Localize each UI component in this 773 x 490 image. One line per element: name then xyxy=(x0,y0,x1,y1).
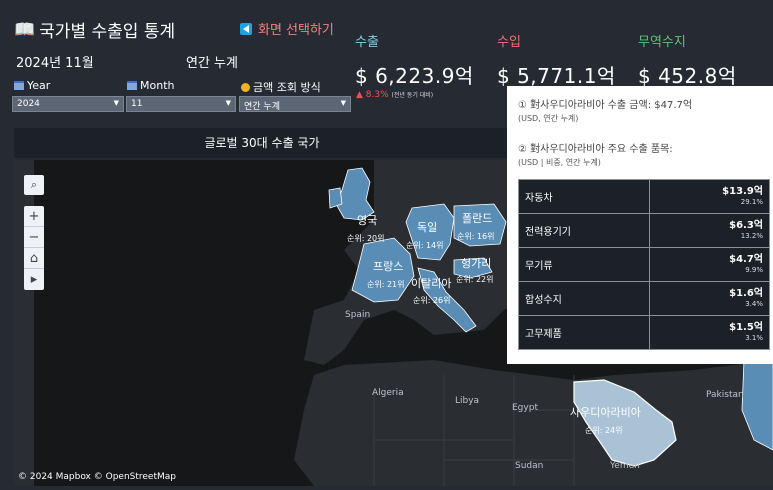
tooltip-items-note: (USD | 비중, 연간 누계) xyxy=(518,158,601,167)
search-icon: ⌕ xyxy=(30,178,38,191)
country-rank: 순위: 22위 xyxy=(456,275,494,284)
tooltip-items-title: ② 對사우디아라비아 주요 수출 품목: xyxy=(518,144,673,155)
geo-label: Sudan xyxy=(515,461,544,471)
table-row: 합성수지 $1.6억 3.4% xyxy=(517,281,770,316)
page-title: 📖 국가별 수출입 통계 xyxy=(14,17,176,43)
item-amount: $13.9억 xyxy=(722,185,763,197)
month-select-value: 11 xyxy=(131,99,143,109)
table-row: 전력용기기 $6.3억 13.2% xyxy=(517,213,770,248)
country-rank: 순위: 24위 xyxy=(585,426,623,435)
item-value: $1.5억 3.1% xyxy=(649,315,770,350)
play-icon[interactable]: ▸ xyxy=(24,269,44,290)
country-label: 폴란드 xyxy=(462,212,493,225)
tooltip-export-amount: ① 對사우디아라비아 수출 금액: $47.7억 xyxy=(518,100,693,111)
balance-kpi-label: 무역수지 xyxy=(638,35,686,50)
geo-label: Libya xyxy=(455,396,480,406)
import-kpi-label: 수입 xyxy=(497,35,521,50)
item-amount: $4.7억 xyxy=(729,253,763,265)
item-name: 무기류 xyxy=(517,247,651,282)
item-value: $4.7억 9.9% xyxy=(649,247,770,282)
book-icon: 📖 xyxy=(14,19,36,40)
year-label-text: Year xyxy=(27,79,51,92)
map-attribution: © 2024 Mapbox © OpenStreetMap xyxy=(18,472,176,482)
back-arrow-icon xyxy=(240,22,252,35)
export-kpi-label: 수출 xyxy=(355,35,379,50)
country-label: 프랑스 xyxy=(373,260,404,273)
zoom-out-button[interactable]: − xyxy=(24,227,44,248)
table-row: 무기류 $4.7억 9.9% xyxy=(517,247,770,282)
export-items-table: 자동차 $13.9억 29.1% 전력용기기 $6.3억 13.2% 무기류 $4.… xyxy=(517,179,770,350)
item-name: 자동차 xyxy=(517,179,651,214)
item-name: 전력용기기 xyxy=(517,213,651,248)
money-bag-icon xyxy=(241,82,250,92)
method-select[interactable]: 연간 누계 ▼ xyxy=(239,96,351,112)
country-rank: 순위: 21위 xyxy=(367,280,405,289)
geo-label: Algeria xyxy=(372,388,404,398)
export-change-value: ▲ 8.3% xyxy=(356,90,389,100)
year-select[interactable]: 2024 ▼ xyxy=(12,96,124,112)
screen-select-button[interactable]: 화면 선택하기 xyxy=(240,19,334,38)
chevron-down-icon: ▼ xyxy=(225,99,231,107)
geo-label: Spain xyxy=(345,310,371,320)
country-label: 영국 xyxy=(357,214,378,227)
zoom-in-button[interactable]: + xyxy=(24,206,44,227)
export-change: ▲ 8.3% (전년 동기 대비) xyxy=(356,90,433,100)
item-value: $13.9억 29.1% xyxy=(649,179,770,214)
map-zoom-controls: + − ⌂ ▸ xyxy=(24,206,44,290)
item-value: $1.6억 3.4% xyxy=(649,281,770,316)
country-rank: 순위: 20위 xyxy=(347,234,385,243)
month-label-text: Month xyxy=(140,79,175,92)
country-label: 사우디아라비아 xyxy=(570,406,641,419)
cumulative-text: 연간 누계 xyxy=(186,56,238,71)
month-filter-label: Month xyxy=(127,79,174,92)
item-name: 합성수지 xyxy=(517,281,651,316)
balance-kpi-value: $ 452.8억 xyxy=(638,64,737,88)
country-rank: 순위: 14위 xyxy=(406,241,444,250)
country-rank: 순위: 26위 xyxy=(413,296,451,305)
map-search-button[interactable]: ⌕ xyxy=(24,175,44,195)
home-icon[interactable]: ⌂ xyxy=(24,248,44,269)
geo-label: Yemen xyxy=(610,461,640,471)
method-label-text: 금액 조회 방식 xyxy=(253,81,321,94)
table-row: 고무제품 $1.5억 3.1% xyxy=(517,315,770,350)
calendar-icon xyxy=(127,81,137,90)
country-label: 헝가리 xyxy=(461,257,492,270)
method-filter-label: 금액 조회 방식 xyxy=(241,79,321,95)
year-filter-label: Year xyxy=(14,79,50,92)
country-ireland[interactable] xyxy=(328,187,343,209)
import-kpi-value: $ 5,771.1억 xyxy=(497,64,616,88)
item-amount: $1.5억 xyxy=(729,321,763,333)
country-label: 이탈리아 xyxy=(411,277,452,290)
chevron-down-icon: ▼ xyxy=(340,99,346,107)
period-text: 2024년 11월 xyxy=(16,56,94,71)
country-label: 독일 xyxy=(417,221,438,234)
screen-select-label: 화면 선택하기 xyxy=(258,23,334,38)
item-share: 13.2% xyxy=(740,231,763,240)
item-share: 29.1% xyxy=(740,197,763,206)
map-header: 글로벌 30대 수출 국가 xyxy=(14,128,510,158)
tooltip-export-note: (USD, 연간 누계) xyxy=(518,114,579,123)
item-amount: $1.6억 xyxy=(729,287,763,299)
geo-label: Egypt xyxy=(512,403,538,413)
item-value: $6.3억 13.2% xyxy=(649,213,770,248)
table-row: 자동차 $13.9억 29.1% xyxy=(517,179,770,214)
export-change-note: (전년 동기 대비) xyxy=(391,92,434,99)
export-kpi-value: $ 6,223.9억 xyxy=(355,64,474,88)
month-select[interactable]: 11 ▼ xyxy=(126,96,236,112)
item-share: 3.1% xyxy=(745,333,763,342)
item-amount: $6.3억 xyxy=(729,219,763,231)
item-share: 3.4% xyxy=(745,299,763,308)
page-title-text: 국가별 수출입 통계 xyxy=(39,22,176,42)
country-tooltip: ① 對사우디아라비아 수출 금액: $47.7억 (USD, 연간 누계) ② … xyxy=(507,86,773,364)
method-select-value: 연간 누계 xyxy=(244,102,280,112)
country-rank: 순위: 16위 xyxy=(457,232,495,241)
item-name: 고무제품 xyxy=(517,315,651,350)
geo-label: Pakistan xyxy=(706,390,744,400)
item-share: 9.9% xyxy=(745,265,763,274)
year-select-value: 2024 xyxy=(17,99,40,109)
calendar-icon xyxy=(14,81,24,90)
chevron-down-icon: ▼ xyxy=(113,99,119,107)
